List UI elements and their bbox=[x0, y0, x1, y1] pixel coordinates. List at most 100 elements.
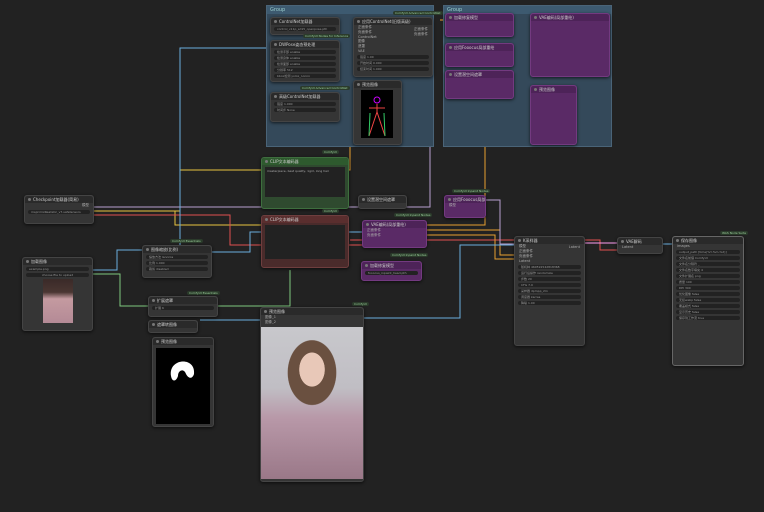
widget[interactable]: 比例 1.000 bbox=[146, 261, 208, 265]
wire-image3 bbox=[179, 47, 270, 245]
wire-image bbox=[91, 249, 142, 271]
widget[interactable]: 显示历史 false bbox=[676, 310, 740, 314]
wire-mask bbox=[91, 273, 148, 307]
node-checkpoint-loader[interactable]: Checkpoint加载器(简易) 模型 majicmixRealistic_v7… bbox=[24, 195, 94, 224]
node-save-image[interactable]: 保存图像 images output_path [time(%Y-%m-%d)]… bbox=[672, 236, 744, 366]
wire-image5 bbox=[362, 244, 514, 319]
node-apply-controlnet[interactable]: 应用ControlNet(旧版高级) 正面条件 负面条件 ControlNet 图像遮… bbox=[353, 17, 433, 77]
node-title: 应用ControlNet(旧版高级) bbox=[354, 18, 432, 25]
widget[interactable]: 文件名前缀 ComfyUI bbox=[676, 256, 740, 260]
node-title: 保存图像 bbox=[673, 237, 743, 244]
node-ksampler[interactable]: K采样器 模型 正面条件 负面条件 Latent Latent 随机种 4605915… bbox=[514, 236, 585, 346]
output-slot[interactable]: Latent bbox=[565, 245, 584, 249]
prompt-textarea[interactable] bbox=[265, 225, 345, 259]
mask-preview-image bbox=[156, 348, 210, 424]
node-title: 图像缩放(比例) bbox=[143, 246, 211, 253]
widget[interactable]: 缩放方法 lanczos bbox=[146, 255, 208, 259]
node-badge: ComfyUI bbox=[322, 209, 339, 213]
widget[interactable]: 裁剪 disabled bbox=[146, 267, 208, 271]
widget[interactable]: 保存到工作流 true bbox=[676, 316, 740, 320]
input-slot[interactable]: Latent bbox=[618, 245, 662, 249]
widget[interactable]: 覆盖模式 false bbox=[676, 304, 740, 308]
node-inpaint-c[interactable]: 设置潜空间遮罩 bbox=[445, 70, 514, 99]
input-slot[interactable]: VAE bbox=[354, 49, 432, 53]
node-badge: ComfyUI bbox=[352, 302, 369, 306]
node-title: 扩展遮罩 bbox=[149, 297, 217, 304]
node-preview-pose[interactable]: 预览图像 bbox=[353, 80, 402, 145]
widget[interactable]: fooocus_inpaint_head.pth bbox=[365, 271, 418, 275]
model-select[interactable]: control_v11p_sd15_openpose.pth bbox=[274, 27, 336, 31]
node-title: 加载修复模型 bbox=[362, 262, 421, 269]
input-slot[interactable]: images bbox=[673, 244, 743, 248]
widget[interactable]: 时间步 None bbox=[274, 108, 336, 112]
node-preview-result[interactable]: 预览图像 图像_1 图像_2 bbox=[260, 307, 364, 482]
widget[interactable]: 扩展 6 bbox=[152, 306, 214, 310]
widget[interactable]: DPI 300 bbox=[676, 286, 740, 290]
node-title: K采样器 bbox=[515, 237, 584, 244]
node-inpaint-e[interactable]: 预览图像 bbox=[530, 85, 577, 145]
node-title: 加载修复模型 bbox=[446, 14, 513, 21]
node-image-scale[interactable]: 图像缩放(比例) 缩放方法 lanczos 比例 1.000 裁剪 disabled bbox=[142, 245, 212, 278]
node-inpaint-a[interactable]: 加载修复模型 bbox=[445, 13, 514, 37]
output-model[interactable]: 模型 bbox=[25, 203, 93, 208]
node-preview-mask[interactable]: 预览图像 bbox=[152, 337, 214, 427]
widget[interactable]: bbox检测 yolox_l.onnx bbox=[274, 74, 336, 78]
node-badge: ComfyUI Inpaint Nodes bbox=[452, 189, 491, 193]
widget[interactable]: 检测面部 enable bbox=[274, 62, 336, 66]
ckpt-select[interactable]: majicmixRealistic_v7.safetensors bbox=[28, 210, 90, 214]
sampler-widget[interactable]: 采样器 dpmpp_2m bbox=[518, 289, 581, 293]
input-slot[interactable]: Latent bbox=[515, 259, 584, 263]
node-badge: WAS Node Suite bbox=[720, 231, 749, 235]
widget[interactable]: 优化图像 false bbox=[676, 292, 740, 296]
output-slot[interactable]: 负面条件 bbox=[410, 32, 432, 37]
node-badge: ComfyUI bbox=[322, 150, 339, 154]
widget[interactable]: 强度 1.000 bbox=[274, 102, 336, 106]
steps-widget[interactable]: 步数 20 bbox=[518, 277, 581, 281]
widget[interactable]: 结束时间 1.000 bbox=[357, 67, 429, 71]
node-negative-prompt[interactable]: CLIP文本编码器 bbox=[261, 215, 349, 268]
input-slot[interactable]: 模型 bbox=[445, 203, 485, 208]
node-apply-fooocus-inpaint[interactable]: 应用Fooocus局部重绘模型 bbox=[444, 195, 486, 218]
node-title: CLIP文本编码器 bbox=[262, 216, 348, 223]
node-grow-mask[interactable]: 扩展遮罩扩展 6 bbox=[148, 296, 218, 317]
node-set-latent-mask[interactable]: 设置潜空间遮罩 bbox=[358, 195, 407, 209]
node-vae-decode[interactable]: VAE解码 Latent bbox=[617, 237, 663, 254]
wire-cond3 bbox=[425, 229, 514, 256]
upload-button[interactable]: choose file to upload bbox=[26, 273, 89, 277]
input-slot[interactable]: 图像_2 bbox=[261, 320, 363, 325]
node-vae-encode-inpaint[interactable]: VAE编码(局部重绘) 正面条件 负面条件 bbox=[362, 220, 427, 248]
node-title: 设置潜空间遮罩 bbox=[446, 71, 513, 78]
node-load-inpaint-model[interactable]: 加载修复模型 fooocus_inpaint_head.pth bbox=[361, 261, 422, 281]
widget[interactable]: 文件名数字填充 4 bbox=[676, 268, 740, 272]
widget[interactable]: 无损webp false bbox=[676, 298, 740, 302]
widget[interactable]: 文件扩展名 png bbox=[676, 274, 740, 278]
seed-widget[interactable]: 随机种 460591542818368 bbox=[518, 265, 581, 269]
widget[interactable]: 质量 100 bbox=[676, 280, 740, 284]
node-positive-prompt[interactable]: CLIP文本编码器 masterpiece, best quality, 1gir… bbox=[261, 157, 349, 209]
widget[interactable]: output_path [time(%Y-%m-%d)] bbox=[676, 250, 740, 254]
widget[interactable]: 运行后操作 randomize bbox=[518, 271, 581, 275]
node-mask-to-image[interactable]: 遮罩转图像 bbox=[148, 320, 198, 333]
image-select[interactable]: example.png bbox=[26, 267, 89, 271]
denoise-widget[interactable]: 降噪 1.00 bbox=[518, 301, 581, 305]
prompt-textarea[interactable]: masterpiece, best quality, 1girl, long h… bbox=[265, 167, 345, 197]
node-load-image[interactable]: 加载图像 example.png choose file to upload bbox=[22, 257, 93, 331]
widget[interactable]: 检测身体 enable bbox=[274, 56, 336, 60]
widget[interactable]: 强度 1.00 bbox=[357, 55, 429, 59]
node-title: VAE解码 bbox=[618, 238, 662, 245]
node-title: 预览图像 bbox=[354, 81, 401, 88]
node-advanced-cn-loader[interactable]: 高级ControlNet加载器 强度 1.000 时间步 None bbox=[270, 92, 340, 122]
node-dwpose[interactable]: DWPose姿态预处理 检测手部 enable 检测身体 enable 检测面部 e… bbox=[270, 40, 340, 82]
scheduler-widget[interactable]: 调度器 karras bbox=[518, 295, 581, 299]
widget[interactable]: 检测手部 enable bbox=[274, 50, 336, 54]
node-controlnet-loader[interactable]: ControlNet加载器 control_v11p_sd15_openpose.… bbox=[270, 17, 340, 35]
node-inpaint-d[interactable]: VAE编码(局部重绘) bbox=[530, 13, 610, 77]
wire-cond4 bbox=[425, 234, 514, 260]
widget[interactable]: 分辨率 512 bbox=[274, 68, 336, 72]
widget[interactable]: 开始时间 0.000 bbox=[357, 61, 429, 65]
input-slot[interactable]: 负面条件 bbox=[363, 233, 426, 238]
cfg-widget[interactable]: CFG 7.0 bbox=[518, 283, 581, 287]
node-inpaint-b[interactable]: 应用Fooocus局部重绘 bbox=[445, 43, 514, 67]
node-badge: ComfyUI Advanced ControlNet bbox=[393, 11, 443, 15]
widget[interactable]: 文件名分隔符 _ bbox=[676, 262, 740, 266]
